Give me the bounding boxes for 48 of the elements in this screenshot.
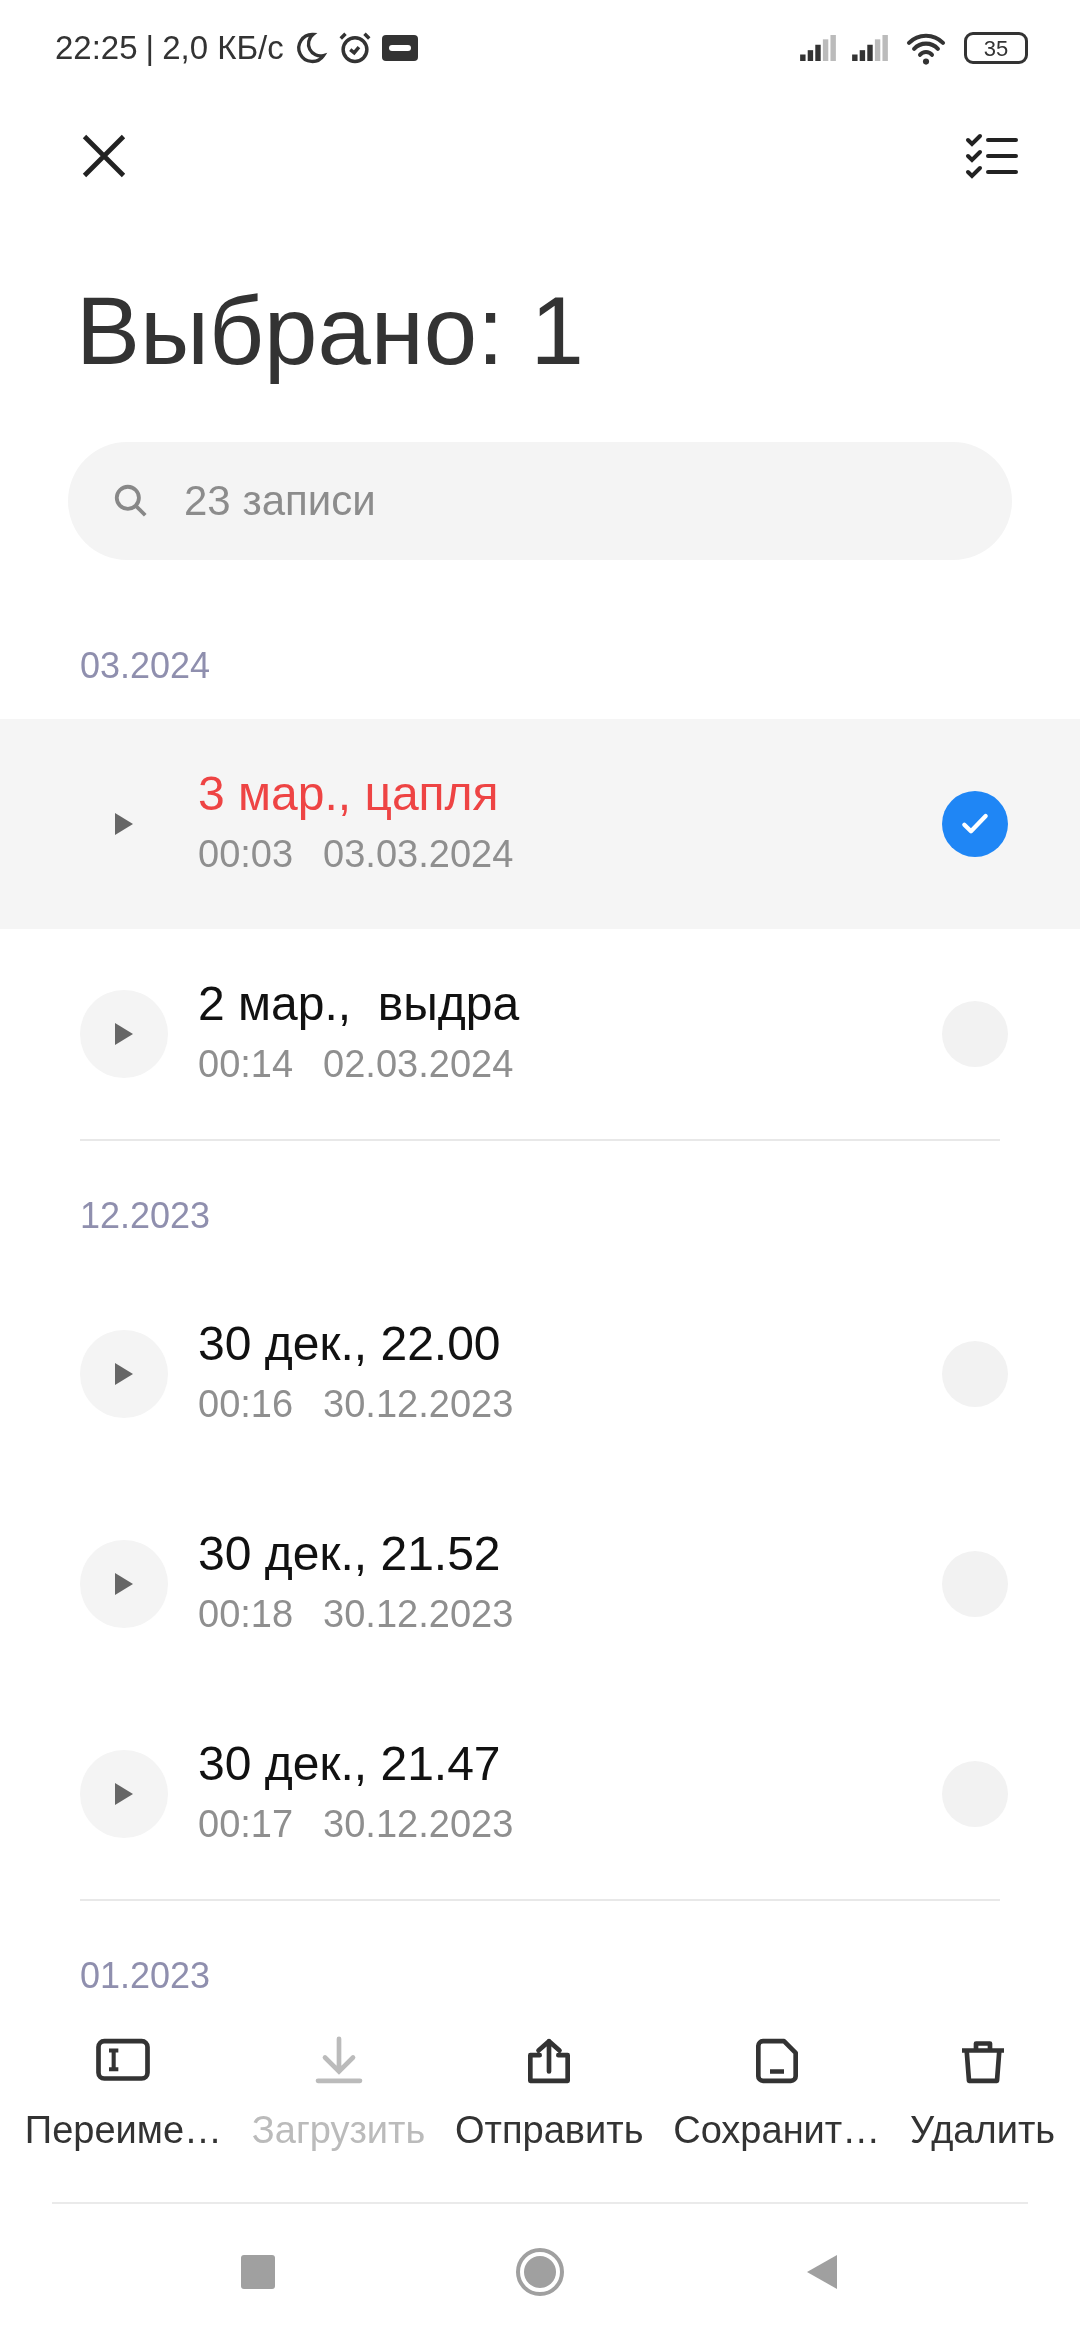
wifi-icon [904, 31, 948, 65]
play-icon [113, 1361, 135, 1387]
recording-date: 30.12.2023 [323, 1382, 514, 1428]
cassette-icon [381, 35, 418, 61]
recording-date: 30.12.2023 [323, 1592, 514, 1638]
separator-text: | [145, 28, 155, 69]
home-button[interactable] [515, 2247, 565, 2297]
toolbar-action[interactable]: Удалить [910, 2036, 1056, 2176]
play-icon [113, 1021, 135, 1047]
triangle-icon [805, 2253, 839, 2291]
recording-item[interactable]: 2 мар., выдра 00:14 02.03.2024 [0, 929, 1080, 1139]
section-date: 12.2023 [79, 1194, 212, 1238]
recording-date: 02.03.2024 [323, 1042, 514, 1088]
recording-title: 2 мар., выдра [198, 975, 520, 1032]
recording-item[interactable]: 30 дек., 22.00 00:16 30.12.2023 [0, 1269, 1080, 1479]
clock-time: 22:25 [55, 28, 138, 69]
recording-duration: 00:16 [198, 1382, 294, 1428]
toolbar-action[interactable]: Отправить [455, 2036, 644, 2176]
signal-icon [852, 35, 888, 61]
recording-item[interactable]: 30 дек., 21.52 00:18 30.12.2023 [0, 1479, 1080, 1689]
recording-title: 30 дек., 21.47 [198, 1735, 502, 1792]
recording-duration: 00:14 [198, 1042, 294, 1088]
recording-duration: 00:17 [198, 1802, 294, 1848]
search-field[interactable]: 23 записи [68, 442, 1012, 560]
recording-date: 03.03.2024 [323, 832, 514, 878]
recording-duration: 00:03 [198, 832, 294, 878]
square-icon [241, 2255, 275, 2289]
checklist-icon [964, 131, 1020, 181]
back-button[interactable] [805, 2253, 839, 2291]
page-title: Выбрано: 1 [75, 276, 585, 386]
recording-title: 3 мар., цапля [198, 765, 500, 822]
play-icon [113, 811, 135, 837]
recording-title: 30 дек., 22.00 [198, 1315, 502, 1372]
recording-duration: 00:18 [198, 1592, 294, 1638]
toolbar-action[interactable]: Сохранит… [673, 2036, 881, 2176]
battery-level: 35 [964, 32, 1028, 64]
network-speed: 2,0 КБ/с [162, 28, 284, 69]
toolbar-action[interactable]: Переиме… [24, 2036, 223, 2176]
select-all-button[interactable] [964, 131, 1020, 181]
recording-title: 30 дек., 21.52 [198, 1525, 502, 1582]
signal-icon [800, 35, 836, 61]
recording-item[interactable]: 30 дек., 21.47 00:17 30.12.2023 [0, 1689, 1080, 1899]
section-date: 03.2024 [79, 644, 212, 688]
circle-icon [515, 2247, 565, 2297]
play-icon [113, 1571, 135, 1597]
section-date: 01.2023 [79, 1954, 212, 1998]
play-icon [113, 1781, 135, 1807]
recording-date: 30.12.2023 [323, 1802, 514, 1848]
